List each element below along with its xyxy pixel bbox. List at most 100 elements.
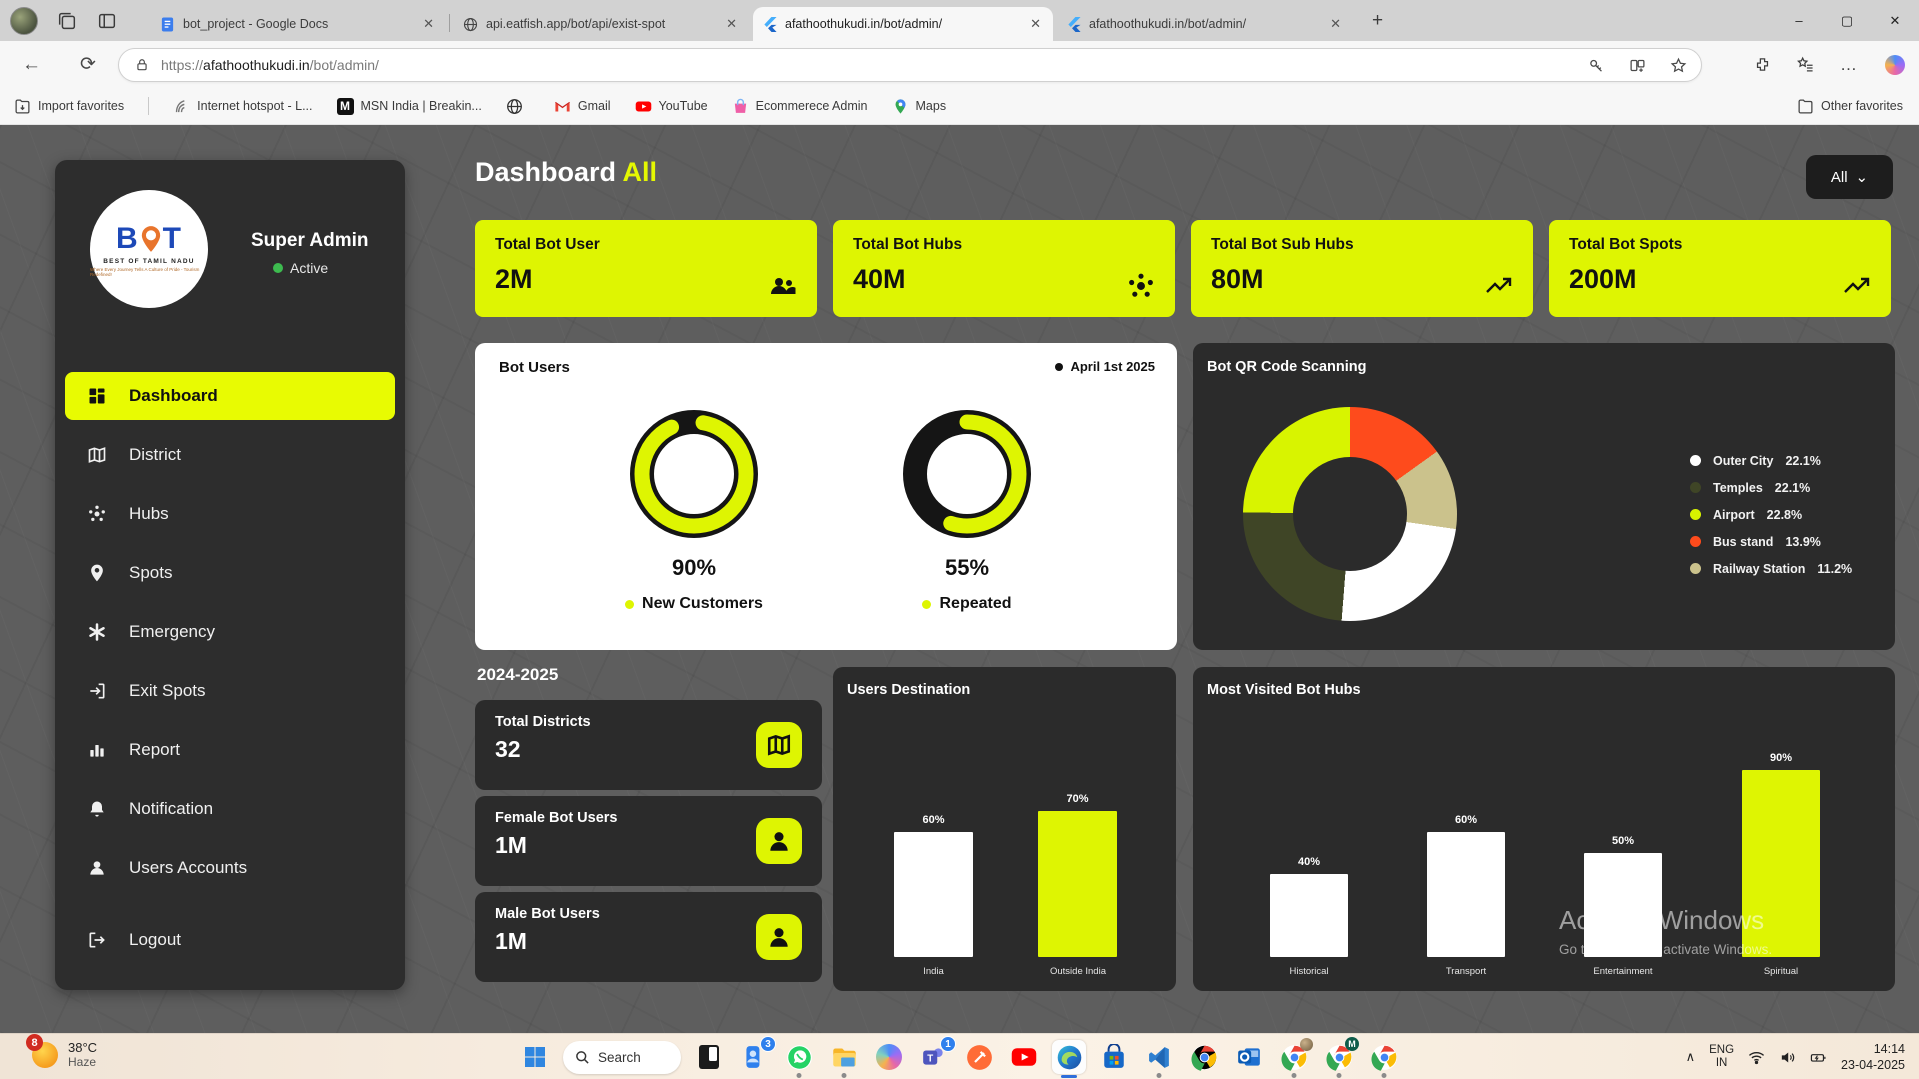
bar — [894, 832, 973, 957]
card-title: Bot QR Code Scanning — [1207, 359, 1367, 375]
browser-tab-4[interactable]: afathoothukudi.in/bot/admin/ ✕ — [1057, 7, 1353, 41]
sidebar-item-users-accounts[interactable]: Users Accounts — [65, 844, 395, 892]
taskbar-youtube[interactable] — [1007, 1040, 1041, 1074]
tab-close-icon[interactable]: ✕ — [419, 16, 438, 32]
stat-card-total-bot-user: Total Bot User 2M — [475, 220, 817, 317]
taskbar-whatsapp[interactable] — [782, 1040, 816, 1074]
tab-close-icon[interactable]: ✕ — [1326, 16, 1345, 32]
sidebar-item-report[interactable]: Report — [65, 726, 395, 774]
person-icon — [87, 858, 107, 878]
taskbar-microsoft-store[interactable] — [1097, 1040, 1131, 1074]
bell-icon — [87, 799, 107, 819]
tray-clock[interactable]: 14:14 23-04-2025 — [1841, 1041, 1905, 1074]
tab-groups-icon[interactable] — [56, 10, 78, 32]
wifi-icon[interactable] — [1748, 1049, 1765, 1066]
taskbar-app-widgets[interactable] — [692, 1040, 726, 1074]
legend-dot — [1690, 536, 1701, 547]
start-button[interactable] — [518, 1040, 552, 1074]
sidebar-item-logout[interactable]: Logout — [65, 916, 395, 964]
volume-icon[interactable] — [1779, 1049, 1796, 1066]
dashboard-grid-icon — [87, 386, 107, 406]
sidebar-item-hubs[interactable]: Hubs — [65, 490, 395, 538]
browser-tab-strip: bot_project - Google Docs ✕ api.eatfish.… — [0, 0, 1919, 41]
favorite-globe[interactable] — [506, 98, 530, 115]
sidebar-item-dashboard[interactable]: Dashboard — [65, 372, 395, 420]
qr-scanning-card: Bot QR Code Scanning Outer City22.1% Tem… — [1193, 343, 1895, 650]
taskbar-search[interactable]: Search — [563, 1041, 681, 1074]
back-icon[interactable]: ← — [22, 54, 41, 76]
active-status-dot — [273, 263, 283, 273]
tab-close-icon[interactable]: ✕ — [1026, 16, 1045, 32]
filter-dropdown[interactable]: All ⌄ — [1806, 155, 1893, 199]
favorite-youtube[interactable]: YouTube — [635, 98, 708, 115]
favorite-maps[interactable]: Maps — [892, 98, 947, 115]
hub-icon — [1127, 272, 1155, 300]
legend-row: Railway Station11.2% — [1690, 555, 1852, 582]
bar-group-india: 60% — [894, 707, 973, 957]
gauge-legend-repeated: Repeated — [857, 595, 1077, 613]
taskbar-chrome-profile-2[interactable]: M — [1322, 1040, 1356, 1074]
taskbar-copilot[interactable] — [872, 1040, 906, 1074]
tray-chevron-up-icon[interactable]: ∧ — [1686, 1049, 1696, 1065]
url-text[interactable]: https://afathoothukudi.in/bot/admin/ — [161, 57, 379, 73]
info-card-female-bot-users: Female Bot Users 1M — [475, 796, 822, 886]
browser-tab-1[interactable]: bot_project - Google Docs ✕ — [150, 7, 446, 41]
legend-dot — [625, 600, 634, 609]
favorite-import[interactable]: Import favorites — [14, 98, 124, 115]
browser-profile-avatar[interactable] — [10, 7, 38, 35]
window-maximize-button[interactable]: ▢ — [1823, 0, 1871, 41]
more-menu-icon[interactable]: … — [1840, 55, 1859, 75]
taskbar-chrome-profile-3[interactable] — [1367, 1040, 1401, 1074]
bullet-dot — [1055, 363, 1063, 371]
search-icon — [575, 1050, 590, 1065]
favorite-ecommerce-admin[interactable]: Ecommerece Admin — [732, 98, 868, 115]
hub-icon — [87, 504, 107, 524]
taskbar-vscode[interactable] — [1142, 1040, 1176, 1074]
window-minimize-button[interactable]: – — [1775, 0, 1823, 41]
taskbar-edge-active[interactable] — [1052, 1040, 1086, 1074]
sidebar-item-notification[interactable]: Notification — [65, 785, 395, 833]
google-docs-icon — [160, 17, 175, 32]
copilot-icon — [876, 1044, 902, 1070]
tray-language[interactable]: ENG IN — [1709, 1044, 1734, 1070]
gauge-percent: 55% — [892, 555, 1042, 581]
legend-row: Bus stand13.9% — [1690, 528, 1852, 555]
copilot-icon[interactable] — [1885, 55, 1905, 75]
windows-logo-icon — [523, 1045, 547, 1069]
page-title: Dashboard All — [475, 157, 657, 188]
password-key-icon[interactable] — [1588, 57, 1605, 74]
taskbar-postman[interactable] — [962, 1040, 996, 1074]
bar — [1270, 874, 1348, 957]
favorite-star-icon[interactable] — [1670, 57, 1687, 74]
browser-tab-2[interactable]: api.eatfish.app/bot/api/exist-spot ✕ — [453, 7, 749, 41]
sidebar-item-spots[interactable]: Spots — [65, 549, 395, 597]
window-close-button[interactable]: ✕ — [1871, 0, 1919, 41]
split-screen-icon[interactable] — [1629, 57, 1646, 74]
favorites-bar-icon[interactable] — [1797, 56, 1814, 73]
taskbar-file-explorer[interactable] — [827, 1040, 861, 1074]
taskbar-chrome-profile-1[interactable] — [1277, 1040, 1311, 1074]
new-tab-button[interactable]: + — [1372, 10, 1383, 32]
sidebar-item-district[interactable]: District — [65, 431, 395, 479]
users-destination-card: Users Destination 60% 70% India Outside … — [833, 667, 1176, 991]
favorite-gmail[interactable]: Gmail — [554, 98, 611, 115]
favorite-hotspot[interactable]: Internet hotspot - L... — [173, 98, 312, 115]
legend-row: Airport22.8% — [1690, 501, 1852, 528]
taskbar-outlook[interactable] — [1232, 1040, 1266, 1074]
vertical-tabs-icon[interactable] — [96, 10, 118, 32]
sidebar-item-exit-spots[interactable]: Exit Spots — [65, 667, 395, 715]
address-bar[interactable]: https://afathoothukudi.in/bot/admin/ — [118, 48, 1702, 82]
tab-close-icon[interactable]: ✕ — [722, 16, 741, 32]
sidebar-item-emergency[interactable]: Emergency — [65, 608, 395, 656]
taskbar-chrome[interactable] — [1187, 1040, 1221, 1074]
refresh-icon[interactable]: ⟳ — [80, 53, 96, 76]
browser-tab-3-active[interactable]: afathoothukudi.in/bot/admin/ ✕ — [753, 7, 1053, 41]
taskbar-teams[interactable]: 1 T — [917, 1040, 951, 1074]
other-favorites[interactable]: Other favorites — [1797, 98, 1903, 115]
favorite-msn[interactable]: M MSN India | Breakin... — [337, 98, 482, 115]
taskbar-people-app[interactable]: 3 — [737, 1040, 771, 1074]
dashboard-page: BT BEST OF TAMIL NADU Where Every Journe… — [0, 125, 1919, 1033]
info-card-total-districts: Total Districts 32 — [475, 700, 822, 790]
battery-icon[interactable] — [1810, 1049, 1827, 1066]
extensions-icon[interactable] — [1754, 56, 1771, 73]
